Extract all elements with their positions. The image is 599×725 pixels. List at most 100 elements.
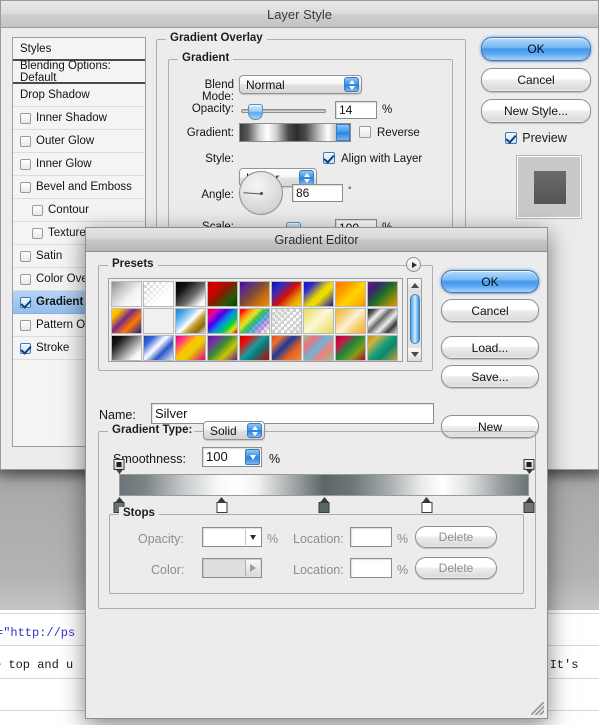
layer-style-ok-button[interactable]: OK xyxy=(481,37,591,61)
gradient-preset-swatch[interactable] xyxy=(335,308,366,334)
gradient-preset-swatch[interactable] xyxy=(239,281,270,307)
gradient-editor-ok-button[interactable]: OK xyxy=(441,270,539,293)
gradient-preset-swatch[interactable] xyxy=(143,335,174,361)
gradient-preset-swatch[interactable] xyxy=(207,281,238,307)
gradient-bar-area xyxy=(113,459,535,513)
style-enable-checkbox[interactable] xyxy=(32,204,43,216)
style-enable-checkbox[interactable] xyxy=(20,296,31,308)
gradient-preset-swatch[interactable] xyxy=(303,335,334,361)
gradient-preset-swatch[interactable] xyxy=(239,308,270,334)
resize-grip-icon[interactable] xyxy=(531,702,544,715)
color-stop-handle[interactable] xyxy=(216,497,227,513)
gradient-bar[interactable] xyxy=(119,474,529,496)
gradient-preset-swatch[interactable] xyxy=(303,281,334,307)
gradient-overlay-label: Gradient Overlay xyxy=(166,32,267,44)
gradient-preset-swatch[interactable] xyxy=(207,335,238,361)
stop-location-label-1: Location: xyxy=(293,532,344,546)
style-enable-checkbox[interactable] xyxy=(20,112,31,124)
style-enable-checkbox[interactable] xyxy=(32,227,43,239)
delete-opacity-stop-button[interactable]: Delete xyxy=(415,526,497,548)
presets-grid-well[interactable] xyxy=(108,278,403,362)
preview-checkbox[interactable] xyxy=(505,132,518,144)
chevron-down-icon[interactable] xyxy=(245,529,260,545)
style-enable-checkbox[interactable] xyxy=(20,135,31,147)
gradient-preset-swatch[interactable] xyxy=(175,281,206,307)
style-preview-inner xyxy=(534,171,566,204)
gradient-preset-swatch[interactable] xyxy=(367,308,398,334)
scrollbar-thumb[interactable] xyxy=(409,294,420,344)
chevron-down-icon[interactable] xyxy=(245,449,260,465)
styles-list-item[interactable]: Blending Options: Default xyxy=(13,60,145,84)
opacity-input[interactable]: 14 xyxy=(335,101,377,119)
angle-dial[interactable] xyxy=(239,171,283,215)
align-with-layer-checkbox[interactable] xyxy=(323,152,335,164)
opacity-stop-handle[interactable] xyxy=(523,459,535,474)
blend-mode-select[interactable]: Normal xyxy=(239,75,362,94)
styles-list-item[interactable]: Inner Glow xyxy=(13,153,145,176)
styles-list-item[interactable]: Inner Shadow xyxy=(13,107,145,130)
gradient-name-input[interactable]: Silver xyxy=(151,403,434,424)
gradient-type-select[interactable]: Solid xyxy=(203,421,265,440)
gradient-preset-swatch[interactable] xyxy=(335,335,366,361)
color-stop-handle[interactable] xyxy=(318,497,330,513)
gradient-preset-swatch[interactable] xyxy=(271,335,302,361)
preview-toggle-row[interactable]: Preview xyxy=(481,131,591,145)
gradient-preset-swatch[interactable] xyxy=(207,308,238,334)
gradient-preset-swatch[interactable] xyxy=(143,308,174,334)
new-style-button[interactable]: New Style... xyxy=(481,99,591,123)
color-stop-handle[interactable] xyxy=(523,497,535,513)
styles-list-item[interactable]: Bevel and Emboss xyxy=(13,176,145,199)
layer-style-buttons: OK Cancel New Style... Preview xyxy=(481,37,591,145)
style-enable-checkbox[interactable] xyxy=(20,273,31,285)
gradient-preset-swatch[interactable] xyxy=(271,308,302,334)
angle-input[interactable]: 86 xyxy=(292,184,343,202)
reverse-checkbox[interactable] xyxy=(359,126,371,138)
opacity-slider[interactable] xyxy=(241,104,326,120)
gradient-preset-swatch[interactable] xyxy=(303,308,334,334)
gradient-preset-swatch[interactable] xyxy=(335,281,366,307)
stop-location-input-1[interactable] xyxy=(350,527,392,547)
gradient-preset-swatch[interactable] xyxy=(111,281,142,307)
chevron-right-icon[interactable] xyxy=(245,560,260,576)
stop-opacity-input[interactable] xyxy=(202,527,262,547)
color-stop-handle[interactable] xyxy=(421,497,432,513)
gradient-editor-titlebar[interactable]: Gradient Editor xyxy=(86,228,547,252)
gradient-preset-swatch[interactable] xyxy=(239,335,270,361)
presets-flyout-menu-icon[interactable] xyxy=(406,257,421,272)
gradient-preset-swatch[interactable] xyxy=(175,308,206,334)
gradient-preset-swatch[interactable] xyxy=(143,281,174,307)
layer-style-titlebar[interactable]: Layer Style xyxy=(1,1,598,28)
save-button[interactable]: Save... xyxy=(441,365,539,388)
styles-list-item[interactable]: Drop Shadow xyxy=(13,84,145,107)
gradient-preset-swatch[interactable] xyxy=(111,335,142,361)
gradient-preview-well[interactable] xyxy=(239,123,351,142)
gradient-preset-swatch[interactable] xyxy=(271,281,302,307)
styles-list-item[interactable]: Outer Glow xyxy=(13,130,145,153)
load-button[interactable]: Load... xyxy=(441,336,539,359)
styles-list-item[interactable]: Contour xyxy=(13,199,145,222)
chevron-down-icon[interactable] xyxy=(336,124,350,141)
opacity-stop-handle[interactable] xyxy=(113,459,125,474)
gradient-preset-swatch[interactable] xyxy=(367,335,398,361)
scroll-up-icon[interactable] xyxy=(408,279,421,292)
style-enable-checkbox[interactable] xyxy=(20,181,31,193)
opacity-slider-knob[interactable] xyxy=(248,104,263,120)
gradient-preset-swatch[interactable] xyxy=(175,335,206,361)
smoothness-input[interactable]: 100 xyxy=(202,447,262,467)
style-enable-checkbox[interactable] xyxy=(20,250,31,262)
stop-location-input-2[interactable] xyxy=(350,558,392,578)
gradient-preset-swatch[interactable] xyxy=(367,281,398,307)
stop-color-well[interactable] xyxy=(202,558,262,578)
gradient-preset-swatch[interactable] xyxy=(111,308,142,334)
opacity-stop-tip xyxy=(525,469,533,474)
scroll-down-icon[interactable] xyxy=(408,348,421,361)
style-enable-checkbox[interactable] xyxy=(20,319,31,331)
gradient-editor-cancel-button[interactable]: Cancel xyxy=(441,299,539,322)
delete-color-stop-button[interactable]: Delete xyxy=(415,557,497,579)
stop-location-label-2: Location: xyxy=(293,563,344,577)
presets-scrollbar[interactable] xyxy=(407,278,422,362)
style-enable-checkbox[interactable] xyxy=(20,158,31,170)
style-enable-checkbox[interactable] xyxy=(20,342,31,354)
layer-style-cancel-button[interactable]: Cancel xyxy=(481,68,591,92)
angle-unit: ° xyxy=(348,185,352,195)
